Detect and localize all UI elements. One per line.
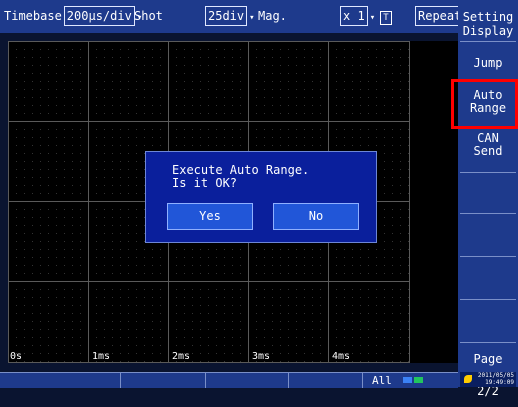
auto-range-dialog: Execute Auto Range. Is it OK? Yes No <box>145 151 377 243</box>
x-tick-label: 0s <box>10 351 23 362</box>
setting-display-button[interactable]: Setting Display <box>460 6 516 38</box>
x-tick-label: 1ms <box>92 351 111 362</box>
button-label: Jump <box>473 56 503 70</box>
highlight-box <box>451 79 518 129</box>
shot-select[interactable]: 25div <box>205 6 248 26</box>
empty-softkey[interactable] <box>460 299 516 342</box>
storage-icon <box>403 377 412 383</box>
mag-group: x 1 ▾ <box>338 4 375 28</box>
time-text: 19:49:09 <box>485 379 514 386</box>
timebase-label: Timebase <box>4 9 62 23</box>
button-label: Setting <box>462 10 514 24</box>
top-toolbar: Timebase 200µs/div ▾ Shot 25div ▾ Mag. x 1 ▾… <box>0 0 465 33</box>
empty-softkey[interactable] <box>460 172 516 213</box>
mag-select[interactable]: x 1 <box>340 6 368 26</box>
chevron-down-icon[interactable]: ▾ <box>249 13 254 23</box>
empty-softkey[interactable] <box>460 213 516 256</box>
divider <box>362 373 363 388</box>
side-menu: Setting Display Jump Auto Range CAN Send… <box>458 0 518 398</box>
divider <box>120 373 121 388</box>
media-icon <box>464 375 472 383</box>
page-indicator-button[interactable]: Page 2/2 <box>460 342 516 398</box>
mag-label: Mag. <box>258 9 287 23</box>
timebase-select[interactable]: 200µs/div <box>63 6 135 26</box>
jump-button[interactable]: Jump <box>460 41 516 80</box>
x-tick-label: 2ms <box>172 351 191 362</box>
button-label: Send <box>473 144 503 158</box>
chevron-down-icon[interactable]: ▾ <box>370 13 375 23</box>
shot-label: Shot <box>134 9 163 23</box>
can-send-button[interactable]: CAN Send <box>460 127 516 171</box>
mode-select[interactable]: Repeat <box>413 4 465 28</box>
dialog-message: Execute Auto Range. Is it OK? <box>172 164 309 190</box>
datetime-display: 2011/05/05 19:49:09 <box>460 372 516 387</box>
network-icon <box>414 377 423 383</box>
yes-button[interactable]: Yes <box>167 203 253 230</box>
x-tick-label: 3ms <box>252 351 271 362</box>
x-tick-label: 4ms <box>332 351 351 362</box>
button-label: Display <box>462 24 514 38</box>
timebase-group: Timebase 200µs/div ▾ <box>4 4 142 28</box>
shot-group: 25div ▾ <box>203 4 255 28</box>
no-button[interactable]: No <box>273 203 359 230</box>
repeat-mode-value[interactable]: Repeat <box>415 6 465 26</box>
date-text: 2011/05/05 <box>477 372 514 379</box>
dialog-line: Is it OK? <box>172 176 238 190</box>
divider <box>205 373 206 388</box>
channel-indicator: All <box>372 374 392 387</box>
trigger-icon[interactable]: T <box>380 4 392 28</box>
divider <box>288 373 289 388</box>
status-bar: All <box>0 372 458 388</box>
empty-softkey[interactable] <box>460 256 516 299</box>
